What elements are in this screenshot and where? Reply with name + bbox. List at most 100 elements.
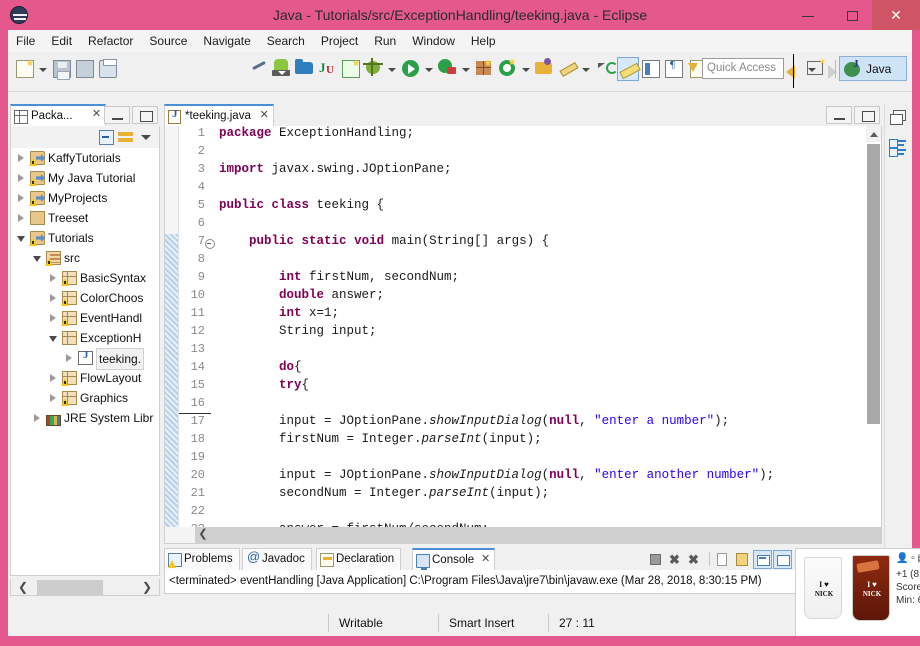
minimize-icon[interactable] <box>826 106 852 124</box>
tree-item-colorchoos[interactable]: ColorChoos <box>11 288 159 308</box>
remove-all-launches-icon[interactable]: ✖ <box>686 550 705 569</box>
code-line[interactable]: firstNum = Integer.parseInt(input); <box>219 432 879 450</box>
tree-item-basicsyntax[interactable]: BasicSyntax <box>11 268 159 288</box>
collapse-arrow-icon[interactable] <box>49 394 58 403</box>
show-whitespace-icon[interactable] <box>640 57 662 81</box>
menu-file[interactable]: File <box>8 30 43 52</box>
collapse-arrow-icon[interactable] <box>17 214 26 223</box>
external-tools-icon[interactable] <box>534 57 556 81</box>
tree-item-kaffytutorials[interactable]: KaffyTutorials <box>11 148 159 168</box>
code-line[interactable] <box>219 144 879 162</box>
tree-item-exceptionh[interactable]: ExceptionH <box>11 328 159 348</box>
editor-hscrollbar[interactable]: ❮ <box>165 527 881 543</box>
code-line[interactable]: int x=1; <box>219 306 879 324</box>
code-editor[interactable]: 123456789101112131415161718192021222324 … <box>164 126 882 544</box>
code-line[interactable] <box>219 396 879 414</box>
code-line[interactable]: import javax.swing.JOptionPane; <box>219 162 879 180</box>
scroll-thumb[interactable] <box>867 144 880 424</box>
close-button[interactable]: ✕ <box>872 0 920 30</box>
save-icon[interactable] <box>51 57 73 81</box>
ad-overlay[interactable]: I ♥ NICK I ♥ NICK 👤 ▫ ▤ +1 (81 Score: Mi… <box>795 548 920 646</box>
maximize-icon[interactable] <box>854 106 880 124</box>
tree-item-flowlayout[interactable]: FlowLayout <box>11 368 159 388</box>
code-line[interactable]: public static void main(String[] args) { <box>219 234 879 252</box>
tree-item-tutorials[interactable]: Tutorials <box>11 228 159 248</box>
code-line[interactable]: double answer; <box>219 288 879 306</box>
tab-teeking-java[interactable]: *teeking.java ✕ <box>164 104 274 126</box>
collapse-arrow-icon[interactable] <box>49 314 58 323</box>
code-line[interactable] <box>219 504 879 522</box>
debug-dropdown-icon[interactable] <box>386 57 397 81</box>
menu-help[interactable]: Help <box>463 30 504 52</box>
display-selected-console-icon[interactable] <box>773 549 792 569</box>
code-line[interactable] <box>219 252 879 270</box>
tree-item-my-java-tutorial[interactable]: My Java Tutorial <box>11 168 159 188</box>
menu-search[interactable]: Search <box>259 30 313 52</box>
open-perspective-icon[interactable] <box>804 58 828 80</box>
code-line[interactable] <box>219 180 879 198</box>
scroll-left-icon[interactable]: ❮ <box>11 579 35 596</box>
toggle-markers-icon[interactable] <box>617 57 639 81</box>
collapse-arrow-icon[interactable] <box>17 154 26 163</box>
debug-icon[interactable] <box>363 57 385 81</box>
tab-javadoc[interactable]: Javadoc <box>242 548 312 570</box>
package-explorer-tree[interactable]: KaffyTutorials My Java Tutorial MyProjects… <box>10 148 160 576</box>
tab-console[interactable]: Console ✕ <box>412 548 496 570</box>
outline-view-icon[interactable] <box>889 138 907 157</box>
fold-toggle-icon[interactable] <box>205 234 215 252</box>
scroll-right-icon[interactable]: ❯ <box>135 579 159 596</box>
console-output[interactable]: <terminated> eventHandling [Java Applica… <box>164 570 882 594</box>
tree-item-graphics[interactable]: Graphics <box>11 388 159 408</box>
code-line[interactable]: secondNum = Integer.parseInt(input); <box>219 486 879 504</box>
scroll-thumb[interactable] <box>37 580 103 595</box>
tree-item-treeset[interactable]: Treeset <box>11 208 159 228</box>
perspective-java-button[interactable]: Java <box>839 56 907 81</box>
editor-vscrollbar[interactable] <box>866 126 881 526</box>
collapse-all-icon[interactable] <box>97 128 115 146</box>
collapse-arrow-icon[interactable] <box>65 354 74 363</box>
pin-console-icon[interactable] <box>753 549 772 569</box>
tab-package-explorer[interactable]: Packa... ✕ <box>10 104 106 126</box>
code-line[interactable]: public class teeking { <box>219 198 879 216</box>
menu-run[interactable]: Run <box>366 30 404 52</box>
editor-code-area[interactable]: package ExceptionHandling; import javax.… <box>219 126 879 543</box>
print-icon[interactable] <box>97 57 119 81</box>
maximize-icon[interactable] <box>132 106 158 124</box>
clear-console-icon[interactable] <box>713 550 732 569</box>
back-icon[interactable] <box>783 57 805 81</box>
tree-item-myprojects[interactable]: MyProjects <box>11 188 159 208</box>
run-dropdown-icon[interactable] <box>423 57 434 81</box>
code-line[interactable]: package ExceptionHandling; <box>219 126 879 144</box>
android-sdk-icon[interactable] <box>271 57 293 81</box>
collapse-arrow-icon[interactable] <box>17 194 26 203</box>
tree-item-jre-system-libr[interactable]: JRE System Libr <box>11 408 159 428</box>
menu-window[interactable]: Window <box>404 30 463 52</box>
expand-arrow-icon[interactable] <box>33 254 42 263</box>
menu-navigate[interactable]: Navigate <box>195 30 258 52</box>
collapse-arrow-icon[interactable] <box>33 414 42 423</box>
package-explorer-hscrollbar[interactable]: ❮ ❯ <box>10 579 160 596</box>
new-wizard-icon[interactable] <box>14 57 36 81</box>
code-line[interactable]: input = JOptionPane.showInputDialog(null… <box>219 414 879 432</box>
restore-icon[interactable] <box>889 108 907 126</box>
run-coverage-icon[interactable] <box>437 57 459 81</box>
run-coverage-dropdown-icon[interactable] <box>460 57 471 81</box>
tree-item-teeking[interactable]: teeking. <box>11 348 159 370</box>
expand-arrow-icon[interactable] <box>49 334 58 343</box>
pilcrow-icon[interactable] <box>663 57 685 81</box>
scroll-up-icon[interactable] <box>866 126 881 142</box>
new-project-dropdown-icon[interactable] <box>520 57 531 81</box>
save-all-icon[interactable] <box>74 57 96 81</box>
new-project-icon[interactable] <box>497 57 519 81</box>
code-line[interactable]: do{ <box>219 360 879 378</box>
expand-arrow-icon[interactable] <box>17 234 26 243</box>
close-icon[interactable]: ✕ <box>481 554 490 565</box>
maximize-button[interactable] <box>830 0 875 30</box>
tree-item-src[interactable]: src <box>11 248 159 268</box>
close-icon[interactable]: ✕ <box>91 109 102 120</box>
tab-declaration[interactable]: Declaration <box>316 548 402 570</box>
menu-source[interactable]: Source <box>141 30 195 52</box>
link-with-editor-icon[interactable] <box>117 128 135 146</box>
annotate-icon[interactable] <box>557 57 579 81</box>
collapse-arrow-icon[interactable] <box>49 294 58 303</box>
